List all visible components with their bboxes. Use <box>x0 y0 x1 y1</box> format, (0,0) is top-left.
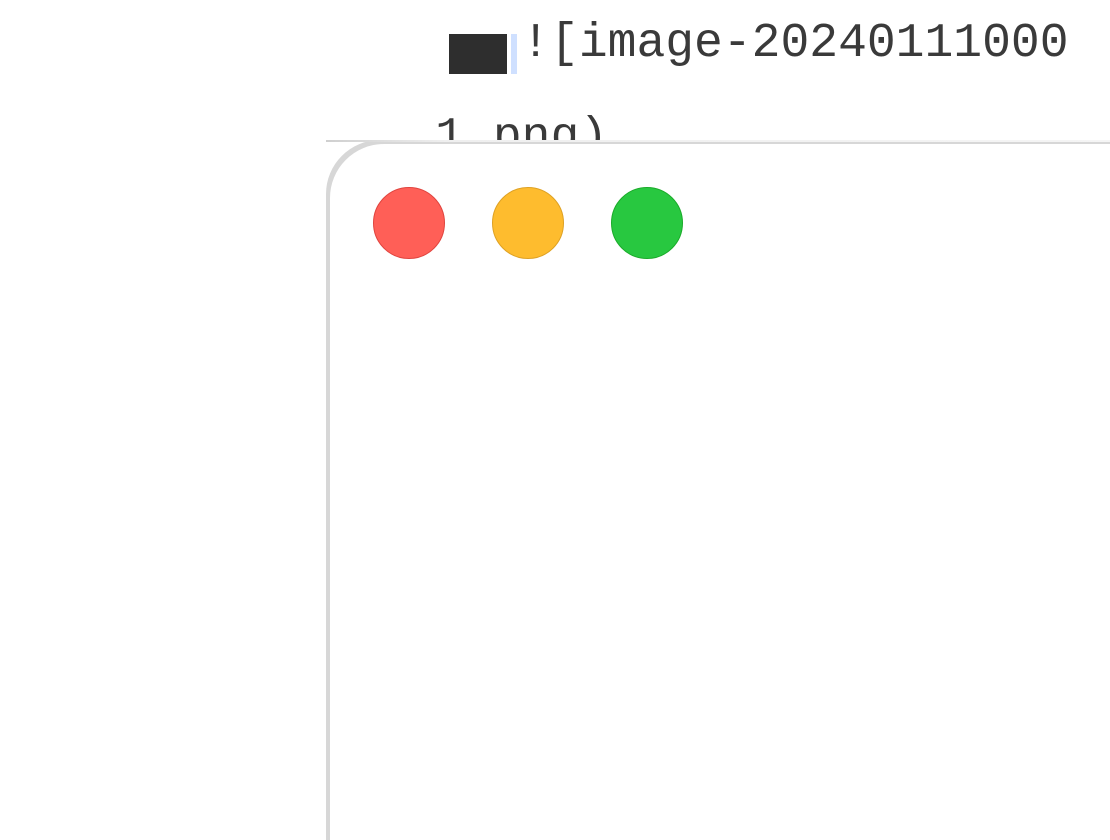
window-controls <box>373 187 683 259</box>
minimize-window-button[interactable] <box>492 187 564 259</box>
embedded-window-preview <box>326 140 1110 840</box>
close-window-button[interactable] <box>373 187 445 259</box>
zoom-window-button[interactable] <box>611 187 683 259</box>
markdown-editor[interactable]: ![image-20240111000 1.png) <box>0 0 1110 840</box>
image-link-text: ![image-20240111000 <box>521 17 1069 71</box>
